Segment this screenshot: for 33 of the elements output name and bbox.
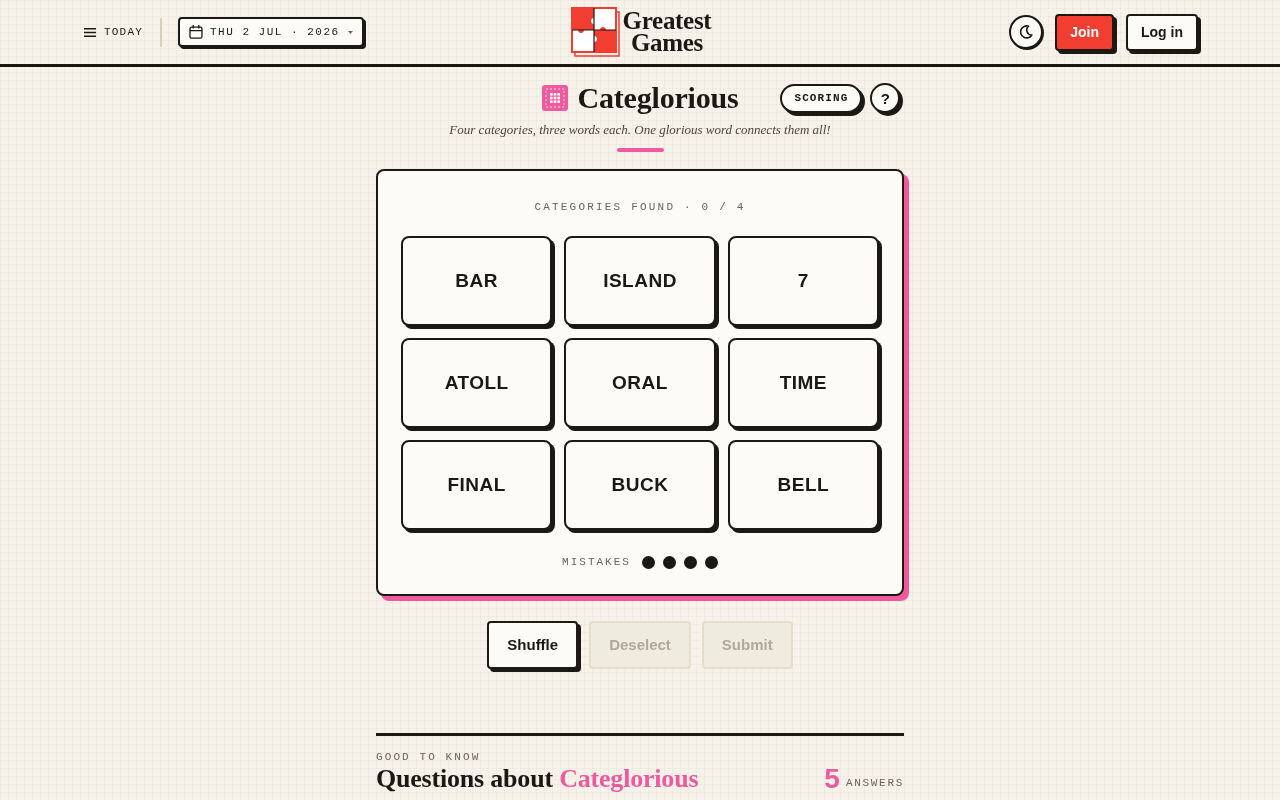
login-button[interactable]: Log in xyxy=(1126,13,1198,51)
word-tile[interactable]: BELL xyxy=(727,440,879,530)
grid-icon xyxy=(541,85,568,111)
puzzle-logo-icon xyxy=(570,7,621,57)
answer-count: 5 xyxy=(824,764,840,794)
progress-label: CATEGORIES FOUND · 0 / 4 xyxy=(533,200,747,214)
word-tile[interactable]: TIME xyxy=(727,338,879,428)
menu-icon xyxy=(84,27,96,37)
logo-wordmark: Greatest Games xyxy=(622,10,712,54)
scoring-button[interactable]: SCORING xyxy=(780,83,863,113)
calendar-icon xyxy=(189,25,203,39)
word-tile[interactable]: FINAL xyxy=(401,440,553,530)
join-button[interactable]: Join xyxy=(1055,13,1114,51)
mistakes-label: MISTAKES xyxy=(562,555,631,569)
word-tile[interactable]: ATOLL xyxy=(401,338,553,428)
help-button[interactable]: ? xyxy=(870,83,901,113)
word-tile[interactable]: ORAL xyxy=(564,338,716,428)
answer-count-label: ANSWERS xyxy=(845,776,904,791)
word-tile[interactable]: BUCK xyxy=(564,440,716,530)
date-picker-button[interactable]: THU 2 JUL · 2026 xyxy=(178,17,364,47)
moon-icon xyxy=(1019,25,1034,39)
word-tile[interactable]: ISLAND xyxy=(564,236,716,326)
game-tagline: Four categories, three words each. One glorious word connects them all! xyxy=(448,122,832,138)
action-button[interactable]: Shuffle xyxy=(487,621,579,669)
section-heading: Questions about Categlorious xyxy=(376,764,699,794)
theme-toggle-button[interactable] xyxy=(1009,15,1044,49)
word-tile[interactable]: BAR xyxy=(401,236,553,326)
accent-underline xyxy=(616,148,664,152)
game-title: Categlorious xyxy=(577,83,739,113)
caret-icon xyxy=(347,30,353,34)
word-tile[interactable]: 7 xyxy=(727,236,879,326)
section-eyebrow: GOOD TO KNOW xyxy=(376,750,482,764)
menu-button[interactable]: TODAY xyxy=(84,26,143,38)
